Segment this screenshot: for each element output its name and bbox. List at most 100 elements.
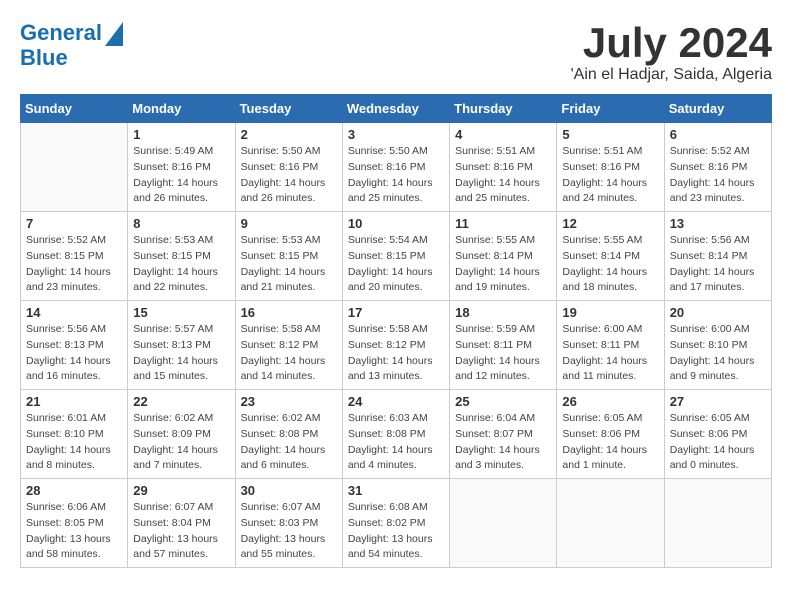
day-number: 8 — [133, 216, 229, 231]
day-detail: Sunrise: 5:57 AMSunset: 8:13 PMDaylight:… — [133, 322, 229, 385]
table-row: 18 Sunrise: 5:59 AMSunset: 8:11 PMDayligh… — [450, 301, 557, 390]
table-row: 3 Sunrise: 5:50 AMSunset: 8:16 PMDaylight… — [342, 123, 449, 212]
table-row: 4Sunrise: 5:51 AMSunset: 8:16 PMDaylight… — [450, 123, 557, 212]
col-thursday: Thursday — [450, 95, 557, 123]
day-detail: Sunrise: 5:53 AMSunset: 8:15 PMDaylight:… — [241, 233, 337, 296]
table-row: 6 Sunrise: 5:52 AMSunset: 8:16 PMDaylight… — [664, 123, 771, 212]
day-number: 29 — [133, 483, 229, 498]
table-row — [450, 479, 557, 568]
day-detail: Sunrise: 5:56 AMSunset: 8:13 PMDaylight:… — [26, 322, 122, 385]
table-row: 17 Sunrise: 5:58 AMSunset: 8:12 PMDayligh… — [342, 301, 449, 390]
day-number: 22 — [133, 394, 229, 409]
day-detail: Sunrise: 5:59 AMSunset: 8:11 PMDaylight:… — [455, 322, 551, 385]
table-row: 12 Sunrise: 5:55 AMSunset: 8:14 PMDayligh… — [557, 212, 664, 301]
day-number: 11 — [455, 216, 551, 231]
day-number: 25 — [455, 394, 551, 409]
day-number: 13 — [670, 216, 766, 231]
day-detail: Sunrise: 5:52 AMSunset: 8:16 PMDaylight:… — [670, 144, 766, 207]
calendar-header-row: Sunday Monday Tuesday Wednesday Thursday… — [21, 95, 772, 123]
col-sunday: Sunday — [21, 95, 128, 123]
col-saturday: Saturday — [664, 95, 771, 123]
day-number: 23 — [241, 394, 337, 409]
day-detail: Sunrise: 6:03 AMSunset: 8:08 PMDaylight:… — [348, 411, 444, 474]
table-row: 28Sunrise: 6:06 AMSunset: 8:05 PMDayligh… — [21, 479, 128, 568]
day-number: 20 — [670, 305, 766, 320]
day-detail: Sunrise: 6:02 AMSunset: 8:09 PMDaylight:… — [133, 411, 229, 474]
day-number: 5 — [562, 127, 658, 142]
day-number: 24 — [348, 394, 444, 409]
day-number: 6 — [670, 127, 766, 142]
day-detail: Sunrise: 6:04 AMSunset: 8:07 PMDaylight:… — [455, 411, 551, 474]
day-number: 17 — [348, 305, 444, 320]
table-row: 15 Sunrise: 5:57 AMSunset: 8:13 PMDayligh… — [128, 301, 235, 390]
logo-text: General — [20, 21, 102, 45]
table-row: 13 Sunrise: 5:56 AMSunset: 8:14 PMDayligh… — [664, 212, 771, 301]
table-row: 31 Sunrise: 6:08 AMSunset: 8:02 PMDayligh… — [342, 479, 449, 568]
table-row — [557, 479, 664, 568]
col-tuesday: Tuesday — [235, 95, 342, 123]
day-number: 28 — [26, 483, 122, 498]
day-detail: Sunrise: 5:53 AMSunset: 8:15 PMDaylight:… — [133, 233, 229, 296]
calendar-week-row: 7Sunrise: 5:52 AMSunset: 8:15 PMDaylight… — [21, 212, 772, 301]
table-row: 19 Sunrise: 6:00 AMSunset: 8:11 PMDayligh… — [557, 301, 664, 390]
day-number: 14 — [26, 305, 122, 320]
calendar-week-row: 14 Sunrise: 5:56 AMSunset: 8:13 PMDayligh… — [21, 301, 772, 390]
location-subtitle: 'Ain el Hadjar, Saida, Algeria — [571, 66, 772, 84]
table-row: 26 Sunrise: 6:05 AMSunset: 8:06 PMDayligh… — [557, 390, 664, 479]
col-monday: Monday — [128, 95, 235, 123]
table-row: 8 Sunrise: 5:53 AMSunset: 8:15 PMDaylight… — [128, 212, 235, 301]
col-wednesday: Wednesday — [342, 95, 449, 123]
day-number: 30 — [241, 483, 337, 498]
day-number: 19 — [562, 305, 658, 320]
day-detail: Sunrise: 5:56 AMSunset: 8:14 PMDaylight:… — [670, 233, 766, 296]
table-row: 29Sunrise: 6:07 AMSunset: 8:04 PMDayligh… — [128, 479, 235, 568]
month-title: July 2024 — [571, 20, 772, 66]
day-detail: Sunrise: 5:50 AMSunset: 8:16 PMDaylight:… — [348, 144, 444, 207]
day-detail: Sunrise: 5:54 AMSunset: 8:15 PMDaylight:… — [348, 233, 444, 296]
day-number: 18 — [455, 305, 551, 320]
day-detail: Sunrise: 6:05 AMSunset: 8:06 PMDaylight:… — [562, 411, 658, 474]
day-detail: Sunrise: 5:58 AMSunset: 8:12 PMDaylight:… — [348, 322, 444, 385]
day-detail: Sunrise: 5:51 AMSunset: 8:16 PMDaylight:… — [455, 144, 551, 207]
day-number: 26 — [562, 394, 658, 409]
table-row: 9Sunrise: 5:53 AMSunset: 8:15 PMDaylight… — [235, 212, 342, 301]
table-row: 27 Sunrise: 6:05 AMSunset: 8:06 PMDayligh… — [664, 390, 771, 479]
day-detail: Sunrise: 5:55 AMSunset: 8:14 PMDaylight:… — [562, 233, 658, 296]
day-detail: Sunrise: 6:02 AMSunset: 8:08 PMDaylight:… — [241, 411, 337, 474]
day-detail: Sunrise: 5:55 AMSunset: 8:14 PMDaylight:… — [455, 233, 551, 296]
table-row: 7Sunrise: 5:52 AMSunset: 8:15 PMDaylight… — [21, 212, 128, 301]
day-detail: Sunrise: 5:58 AMSunset: 8:12 PMDaylight:… — [241, 322, 337, 385]
table-row: 20Sunrise: 6:00 AMSunset: 8:10 PMDayligh… — [664, 301, 771, 390]
title-block: July 2024 'Ain el Hadjar, Saida, Algeria — [571, 20, 772, 84]
logo-blue-text: Blue — [20, 46, 68, 70]
day-number: 27 — [670, 394, 766, 409]
day-detail: Sunrise: 5:52 AMSunset: 8:15 PMDaylight:… — [26, 233, 122, 296]
day-number: 12 — [562, 216, 658, 231]
day-detail: Sunrise: 6:00 AMSunset: 8:11 PMDaylight:… — [562, 322, 658, 385]
calendar-table: Sunday Monday Tuesday Wednesday Thursday… — [20, 94, 772, 568]
day-detail: Sunrise: 6:05 AMSunset: 8:06 PMDaylight:… — [670, 411, 766, 474]
day-detail: Sunrise: 5:49 AMSunset: 8:16 PMDaylight:… — [133, 144, 229, 207]
col-friday: Friday — [557, 95, 664, 123]
table-row: 22 Sunrise: 6:02 AMSunset: 8:09 PMDayligh… — [128, 390, 235, 479]
day-number: 16 — [241, 305, 337, 320]
day-number: 15 — [133, 305, 229, 320]
logo: General Blue — [20, 20, 123, 70]
table-row — [664, 479, 771, 568]
day-number: 3 — [348, 127, 444, 142]
day-number: 10 — [348, 216, 444, 231]
day-number: 2 — [241, 127, 337, 142]
day-number: 1 — [133, 127, 229, 142]
table-row: 25 Sunrise: 6:04 AMSunset: 8:07 PMDayligh… — [450, 390, 557, 479]
table-row: 10 Sunrise: 5:54 AMSunset: 8:15 PMDayligh… — [342, 212, 449, 301]
day-number: 21 — [26, 394, 122, 409]
day-detail: Sunrise: 6:07 AMSunset: 8:03 PMDaylight:… — [241, 500, 337, 563]
table-row: 23 Sunrise: 6:02 AMSunset: 8:08 PMDayligh… — [235, 390, 342, 479]
table-row: 21Sunrise: 6:01 AMSunset: 8:10 PMDayligh… — [21, 390, 128, 479]
day-detail: Sunrise: 5:51 AMSunset: 8:16 PMDaylight:… — [562, 144, 658, 207]
day-number: 31 — [348, 483, 444, 498]
day-detail: Sunrise: 6:08 AMSunset: 8:02 PMDaylight:… — [348, 500, 444, 563]
table-row: 16 Sunrise: 5:58 AMSunset: 8:12 PMDayligh… — [235, 301, 342, 390]
table-row: 30 Sunrise: 6:07 AMSunset: 8:03 PMDayligh… — [235, 479, 342, 568]
table-row: 5 Sunrise: 5:51 AMSunset: 8:16 PMDaylight… — [557, 123, 664, 212]
